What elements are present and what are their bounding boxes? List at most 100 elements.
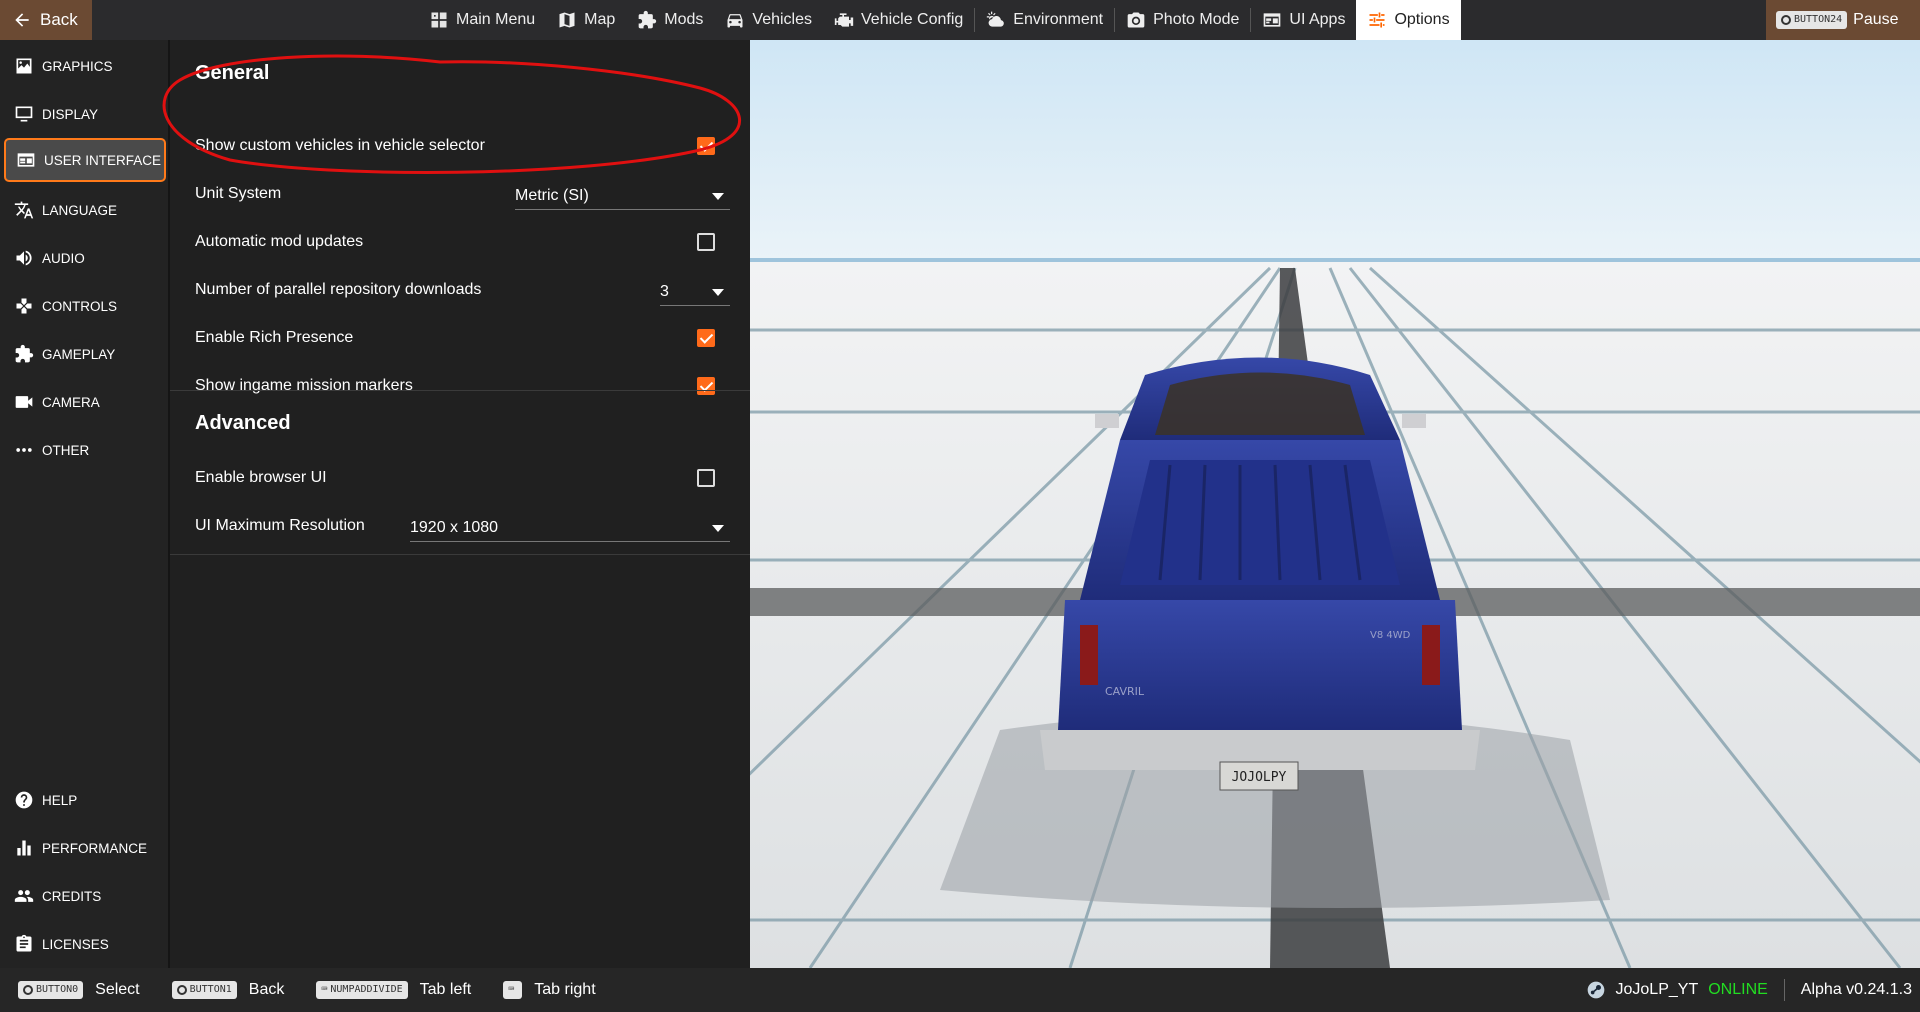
show-custom-vehicles-checkbox[interactable]	[697, 137, 715, 155]
hint-select[interactable]: BUTTON0 Select	[18, 981, 140, 999]
sidebar-item-label: GRAPHICS	[42, 58, 113, 74]
setting-label: UI Maximum Resolution	[195, 517, 365, 534]
button-chip: BUTTON1	[171, 981, 237, 999]
video-camera-icon	[15, 396, 33, 408]
monitor-icon	[15, 106, 33, 122]
sidebar-item-label: HELP	[42, 792, 78, 808]
weather-icon	[987, 11, 1005, 27]
mission-markers-checkbox[interactable]	[697, 377, 715, 395]
select-value: Metric (SI)	[515, 186, 589, 204]
chip-label: BUTTON24	[1794, 14, 1843, 25]
sidebar-item-label: LICENSES	[42, 936, 109, 952]
game-viewport[interactable]: CAVRIL V8 4WD JOJOLPY	[750, 40, 1920, 968]
options-sidebar: GRAPHICS DISPLAY USER INTERFACE LANGUAGE…	[0, 40, 170, 968]
status-separator	[1783, 979, 1785, 1001]
sidebar-item-label: CONTROLS	[42, 298, 118, 314]
map-icon	[559, 12, 575, 28]
sliders-icon	[1369, 12, 1385, 28]
version-label: Alpha v0.24.1.3	[1800, 981, 1912, 998]
username[interactable]: JoJoLP_YT	[1616, 981, 1699, 999]
chip-label: BUTTON1	[189, 984, 232, 995]
sidebar-item-controls[interactable]: CONTROLS	[4, 284, 166, 328]
license-plate: JOJOLPY	[1232, 770, 1287, 785]
sidebar-item-display[interactable]: DISPLAY	[4, 92, 166, 136]
sidebar-item-language[interactable]: LANGUAGE	[4, 188, 166, 232]
button-chip: ⌨ NUMPADDIVIDE	[316, 981, 408, 999]
pause-button[interactable]: BUTTON24 Pause	[1766, 0, 1920, 40]
sidebar-item-audio[interactable]: AUDIO	[4, 236, 166, 280]
sidebar-item-other[interactable]: OTHER	[4, 428, 166, 472]
setting-unit-system: Unit System Metric (SI)	[195, 174, 730, 214]
browser-ui-checkbox[interactable]	[697, 469, 715, 487]
translate-icon	[14, 201, 34, 219]
sidebar-item-graphics[interactable]: GRAPHICS	[4, 44, 166, 88]
settings-panel: General Show custom vehicles in vehicle …	[170, 40, 750, 968]
tab-photo-mode[interactable]: Photo Mode	[1115, 0, 1250, 40]
puzzle-icon	[638, 10, 657, 29]
button-chip: ⌨	[503, 981, 523, 999]
setting-label: Show custom vehicles in vehicle selector	[195, 137, 485, 154]
main-tabs: Main Menu Map Mods Vehicles Vehicle Conf…	[418, 0, 1461, 40]
setting-browser-ui: Enable browser UI	[195, 458, 725, 498]
sidebar-item-label: USER INTERFACE	[44, 152, 162, 168]
keyboard-key-icon: ⌨	[508, 984, 515, 995]
chevron-down-icon	[712, 193, 724, 200]
tab-label: Map	[584, 11, 616, 28]
setting-label: Enable Rich Presence	[195, 329, 354, 346]
tab-environment[interactable]: Environment	[975, 0, 1114, 40]
section-title-general: General	[195, 62, 270, 84]
bar-chart-icon	[17, 840, 31, 856]
user-interface-icon	[17, 153, 35, 167]
sidebar-item-gameplay[interactable]: GAMEPLAY	[4, 332, 166, 376]
back-button[interactable]: Back	[0, 0, 92, 40]
ui-max-resolution-select[interactable]: 1920 x 1080	[410, 514, 730, 542]
section-divider	[170, 554, 750, 555]
engine-icon	[834, 13, 854, 27]
tab-label: Vehicles	[752, 11, 812, 28]
hint-tab-right[interactable]: ⌨ Tab right	[503, 981, 596, 999]
rich-presence-checkbox[interactable]	[697, 329, 715, 347]
chip-label: NUMPADDIVIDE	[330, 984, 403, 995]
hint-back[interactable]: BUTTON1 Back	[171, 981, 285, 999]
setting-rich-presence: Enable Rich Presence	[195, 318, 725, 358]
tab-label: Photo Mode	[1153, 11, 1240, 28]
hint-label: Back	[248, 981, 285, 998]
chevron-down-icon	[712, 525, 724, 532]
keyboard-key-icon: ⌨	[321, 984, 328, 995]
hint-tab-left[interactable]: ⌨ NUMPADDIVIDE Tab left	[316, 981, 471, 999]
gamepad-button-icon	[176, 985, 187, 995]
unit-system-select[interactable]: Metric (SI)	[515, 182, 730, 210]
section-divider	[170, 390, 750, 391]
setting-label: Show ingame mission markers	[195, 377, 413, 394]
setting-label: Number of parallel repository downloads	[195, 281, 482, 298]
tab-options[interactable]: Options	[1356, 0, 1461, 40]
tab-main-menu[interactable]: Main Menu	[418, 0, 546, 40]
hint-label: Tab left	[419, 981, 472, 998]
tab-mods[interactable]: Mods	[626, 0, 714, 40]
tab-vehicle-config[interactable]: Vehicle Config	[823, 0, 974, 40]
sidebar-item-help[interactable]: HELP	[4, 778, 166, 822]
tab-map[interactable]: Map	[546, 0, 626, 40]
setting-label: Unit System	[195, 185, 282, 202]
sidebar-item-performance[interactable]: PERFORMANCE	[4, 826, 166, 870]
sidebar-item-label: GAMEPLAY	[42, 346, 116, 362]
sidebar-item-user-interface[interactable]: USER INTERFACE	[4, 138, 166, 182]
sidebar-item-licenses[interactable]: LICENSES	[4, 922, 166, 966]
gamepad-icon	[16, 298, 32, 314]
hint-label: Select	[95, 981, 140, 998]
setting-automatic-mod-updates: Automatic mod updates	[195, 222, 725, 262]
setting-parallel-downloads: Number of parallel repository downloads …	[195, 270, 730, 310]
tab-ui-apps[interactable]: UI Apps	[1251, 0, 1356, 40]
setting-show-custom-vehicles: Show custom vehicles in vehicle selector	[195, 126, 725, 166]
sidebar-item-credits[interactable]: CREDITS	[4, 874, 166, 918]
people-icon	[14, 890, 34, 902]
back-label: Back	[40, 10, 78, 29]
parallel-downloads-select[interactable]: 3	[660, 278, 730, 306]
select-value: 3	[660, 282, 669, 300]
tab-vehicles[interactable]: Vehicles	[714, 0, 823, 40]
section-title-advanced: Advanced	[195, 412, 291, 434]
sidebar-item-camera[interactable]: CAMERA	[4, 380, 166, 424]
tab-label: Options	[1394, 11, 1450, 28]
sidebar-item-label: PERFORMANCE	[42, 840, 148, 856]
automatic-mod-updates-checkbox[interactable]	[697, 233, 715, 251]
